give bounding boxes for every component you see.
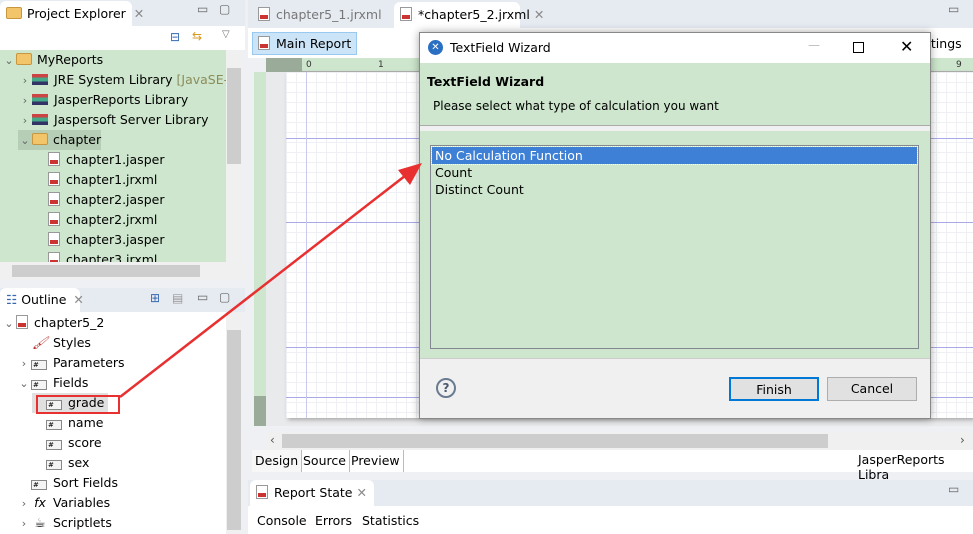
annotation-arrow (119, 163, 422, 398)
